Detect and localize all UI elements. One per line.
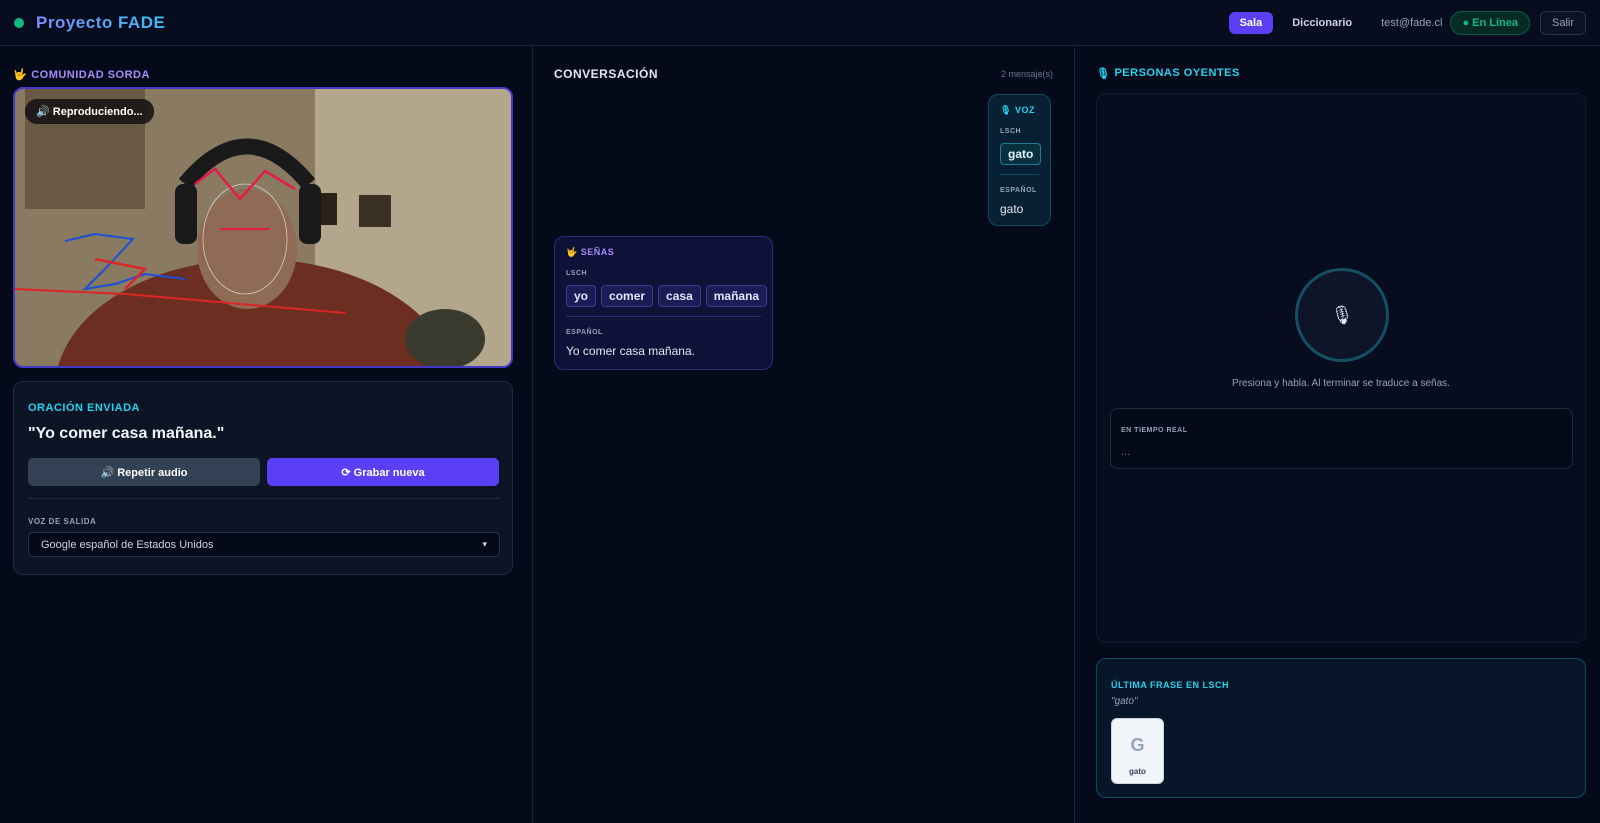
- sign-chip: gato: [1000, 143, 1042, 165]
- brand-title: Proyecto FADE: [36, 12, 166, 32]
- realtime-transcript-box: EN TIEMPO REAL ...: [1110, 408, 1573, 469]
- hearing-people-title-text: PERSONAS OYENTES: [1114, 67, 1240, 79]
- repeat-audio-button[interactable]: 🔊 Repetir audio: [28, 458, 260, 486]
- spanish-label: ESPAÑOL: [1000, 187, 1037, 194]
- divider: [566, 316, 761, 317]
- sign-hand-icon: 🤟: [566, 247, 578, 257]
- mic-record-button[interactable]: 🎙: [1295, 268, 1389, 362]
- hearing-people-title: 🎙 PERSONAS OYENTES: [1096, 67, 1240, 80]
- mic-icon: 🎙: [1000, 105, 1012, 115]
- mic-hint: Presiona y habla. Al terminar se traduce…: [1232, 378, 1450, 389]
- nav-room-button[interactable]: Sala: [1228, 11, 1274, 34]
- spanish-label: ESPAÑOL: [566, 329, 603, 336]
- logout-button[interactable]: Salir: [1539, 10, 1586, 35]
- output-voice-value: Google español de Estados Unidos: [41, 538, 214, 551]
- chevron-down-icon: ▾: [482, 539, 487, 549]
- headphone-left: [175, 184, 197, 244]
- background-object: [405, 309, 485, 366]
- sign-card[interactable]: G gato: [1111, 718, 1164, 784]
- realtime-label: EN TIEMPO REAL: [1121, 427, 1188, 434]
- status-badge: ● En Línea: [1450, 10, 1530, 35]
- voice-message-header: 🎙 VOZ: [1000, 105, 1039, 116]
- camera-scene: [15, 89, 511, 366]
- top-bar: Proyecto FADE Sala Diccionario test@fade…: [0, 0, 1600, 46]
- voice-message-kind: VOZ: [1014, 105, 1035, 115]
- playing-badge: 🔊 Reproduciendo...: [25, 99, 154, 124]
- output-voice-label: VOZ DE SALIDA: [28, 517, 97, 526]
- nav-dictionary-button[interactable]: Diccionario: [1281, 12, 1363, 34]
- mic-icon: 🎙: [1330, 304, 1354, 325]
- deaf-community-title-text: COMUNIDAD SORDA: [31, 68, 150, 81]
- sign-chip: mañana: [705, 285, 768, 307]
- output-voice-select[interactable]: Google español de Estados Unidos ▾: [28, 532, 500, 557]
- last-phrase-card: ÚLTIMA FRASE EN LSCH "gato" G gato: [1096, 658, 1586, 798]
- camera-feed: 🔊 Reproduciendo...: [13, 87, 513, 368]
- mic-icon: 🎙: [1096, 68, 1111, 80]
- sign-chips: yo comer casa mañana: [566, 285, 768, 307]
- voice-message-bubble: 🎙 VOZ LSCH gato ESPAÑOL gato: [988, 94, 1051, 226]
- divider: [28, 498, 500, 499]
- conversation-title: CONVERSACIÓN: [554, 67, 659, 81]
- spanish-text: Yo comer casa mañana.: [566, 344, 695, 358]
- hearing-people-panel: 🎙 PERSONAS OYENTES 🎙 Presiona y habla. A…: [1075, 46, 1600, 823]
- sent-sentence-card: ORACIÓN ENVIADA "Yo comer casa mañana." …: [13, 381, 513, 575]
- record-new-button[interactable]: ⟳ Grabar nueva: [267, 458, 499, 486]
- sign-hand-icon: 🤟: [13, 69, 28, 81]
- user-email: test@fade.cl: [1381, 16, 1443, 29]
- last-phrase-quote: "gato": [1111, 696, 1138, 707]
- realtime-value: ...: [1121, 446, 1131, 458]
- signs-message-kind: SEÑAS: [580, 247, 615, 257]
- picture-frame-2-icon: [359, 195, 391, 227]
- last-phrase-title: ÚLTIMA FRASE EN LSCH: [1111, 680, 1229, 690]
- top-nav: Sala Diccionario test@fade.cl ● En Línea…: [1228, 10, 1586, 35]
- sign-chip: comer: [601, 285, 654, 307]
- sign-chip: yo: [566, 285, 597, 307]
- sign-card-word: gato: [1129, 767, 1146, 776]
- sign-chip: casa: [658, 285, 701, 307]
- message-count: 2 mensaje(s): [1000, 69, 1053, 79]
- headphone-right: [299, 184, 321, 244]
- sent-sentence-title: ORACIÓN ENVIADA: [28, 402, 141, 414]
- logo-dot-icon: [14, 17, 24, 28]
- person-face: [197, 189, 297, 309]
- mic-panel: 🎙 Presiona y habla. Al terminar se tradu…: [1096, 93, 1586, 643]
- conversation-panel: CONVERSACIÓN 2 mensaje(s) 🎙 VOZ LSCH gat…: [533, 46, 1075, 823]
- lsch-label: LSCH: [566, 270, 588, 277]
- deaf-community-title: 🤟 COMUNIDAD SORDA: [13, 68, 150, 82]
- sign-card-letter: G: [1130, 735, 1145, 755]
- signs-message-bubble: 🤟 SEÑAS LSCH yo comer casa mañana ESPAÑO…: [554, 236, 773, 370]
- sign-chips: gato: [1000, 143, 1042, 165]
- divider: [1000, 174, 1039, 175]
- spanish-text: gato: [1000, 202, 1024, 216]
- lsch-label: LSCH: [1000, 128, 1022, 135]
- deaf-community-panel: 🤟 COMUNIDAD SORDA 🔊 Reproduciendo... ORA…: [0, 46, 533, 823]
- sent-sentence-text: "Yo comer casa mañana.": [28, 425, 225, 442]
- signs-message-header: 🤟 SEÑAS: [566, 247, 761, 258]
